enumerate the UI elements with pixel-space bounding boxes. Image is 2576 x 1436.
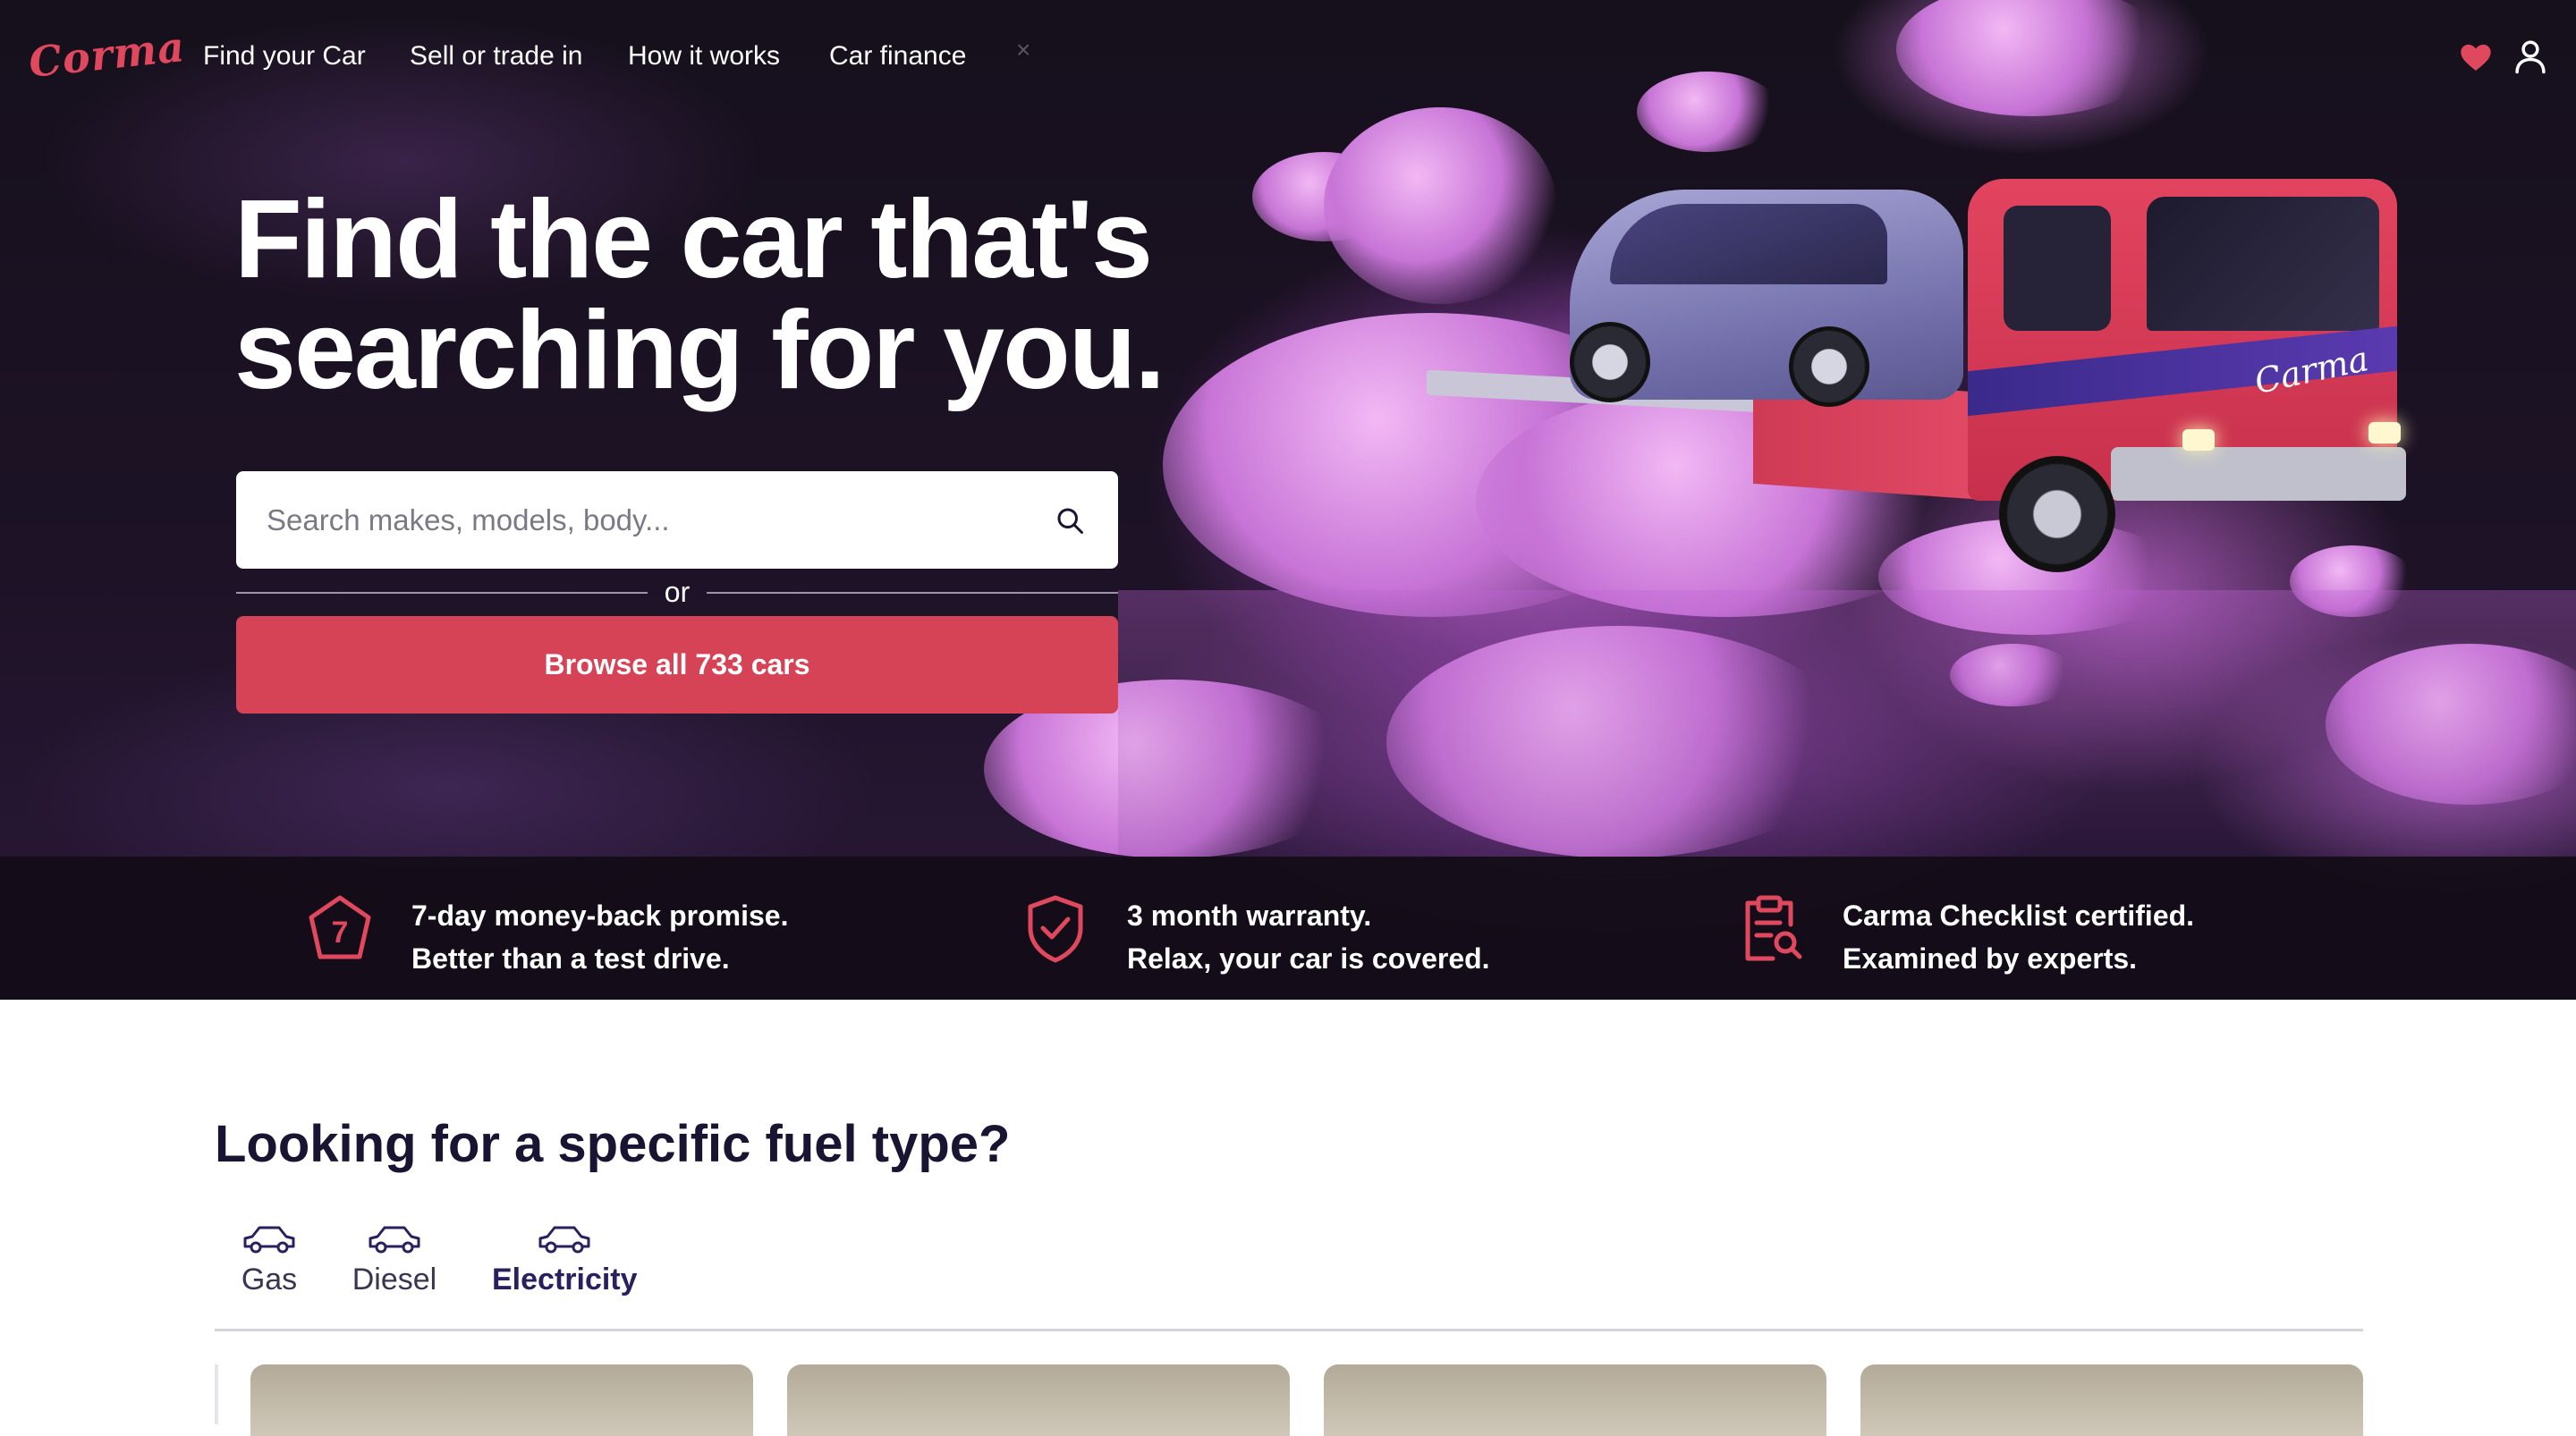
promise-bar: 7 7-day money-back promise. Better than …: [0, 857, 2576, 1000]
tab-diesel[interactable]: Diesel: [351, 1223, 438, 1329]
tab-label: Diesel: [352, 1263, 437, 1297]
cloud-puff: [1324, 107, 1556, 304]
van-window: [1610, 204, 1887, 284]
truck-headlight: [2368, 422, 2401, 443]
nav-find-your-car[interactable]: Find your Car: [203, 41, 366, 72]
top-nav: Corma Find your Car Sell or trade in How…: [0, 0, 2576, 116]
svg-text:7: 7: [332, 916, 349, 950]
truck-side-window: [2004, 206, 2111, 331]
shield-check-icon: [1021, 892, 1089, 964]
car-card[interactable]: [787, 1364, 1290, 1436]
tab-label: Electricity: [492, 1263, 638, 1297]
promise-text: Carma Checklist certified. Examined by e…: [1843, 894, 2194, 980]
truck-wheel: [1999, 456, 2115, 572]
heart-icon[interactable]: [2458, 39, 2494, 75]
brand-logo[interactable]: Corma: [27, 22, 188, 87]
hero-headline-line2: searching for you.: [234, 289, 1165, 412]
nav-car-finance[interactable]: Car finance: [829, 41, 966, 72]
nav-how-it-works[interactable]: How it works: [628, 41, 780, 72]
hero-banner: Carma Find the car that's searching for …: [0, 0, 2576, 1000]
car-card[interactable]: [250, 1364, 753, 1436]
truck-headlight: [2182, 429, 2215, 451]
car-icon: [369, 1226, 420, 1254]
promise-line2: Relax, your car is covered.: [1127, 942, 1490, 975]
promise-line1: 7-day money-back promise.: [411, 900, 789, 932]
tab-gas[interactable]: Gas: [240, 1223, 299, 1329]
tab-electricity[interactable]: Electricity: [492, 1223, 638, 1329]
fuel-tabs: Gas Diesel Electricity: [215, 1223, 2363, 1331]
promise-line1: Carma Checklist certified.: [1843, 900, 2195, 932]
van-wheel: [1789, 326, 1869, 407]
hero-headline-line1: Find the car that's: [234, 178, 1153, 301]
carousel-edge: [215, 1364, 218, 1424]
truck-windshield: [2147, 197, 2379, 331]
truck-bumper: [2111, 447, 2406, 501]
floor-reflection: [1118, 590, 2576, 858]
user-icon[interactable]: [2512, 38, 2549, 75]
divider-text: or: [664, 576, 691, 608]
or-divider: or: [236, 576, 1118, 612]
car-icon: [538, 1226, 590, 1254]
promise-line1: 3 month warranty.: [1127, 900, 1372, 932]
promise-line2: Better than a test drive.: [411, 942, 730, 975]
promise-line2: Examined by experts.: [1843, 942, 2138, 975]
divider-line: [236, 592, 648, 594]
search-box: [236, 471, 1118, 569]
clipboard-search-icon: [1737, 892, 1805, 964]
car-card[interactable]: [1860, 1364, 2363, 1436]
search-input[interactable]: [265, 502, 1050, 538]
tab-label: Gas: [241, 1263, 298, 1297]
fuel-section-title: Looking for a specific fuel type?: [215, 1115, 1011, 1173]
nav-sell-or-trade-in[interactable]: Sell or trade in: [410, 41, 582, 72]
van-wheel: [1570, 322, 1650, 402]
hero-headline: Find the car that's searching for you.: [234, 184, 1218, 406]
car-card[interactable]: [1324, 1364, 1826, 1436]
close-icon[interactable]: ×: [1016, 36, 1030, 64]
divider-line: [707, 592, 1118, 594]
search-icon[interactable]: [1050, 501, 1089, 540]
promise-text: 3 month warranty. Relax, your car is cov…: [1127, 894, 1490, 980]
browse-all-button[interactable]: Browse all 733 cars: [236, 616, 1118, 714]
promise-text: 7-day money-back promise. Better than a …: [411, 894, 788, 980]
car-icon: [243, 1226, 295, 1254]
seven-badge-icon: 7: [306, 892, 374, 964]
